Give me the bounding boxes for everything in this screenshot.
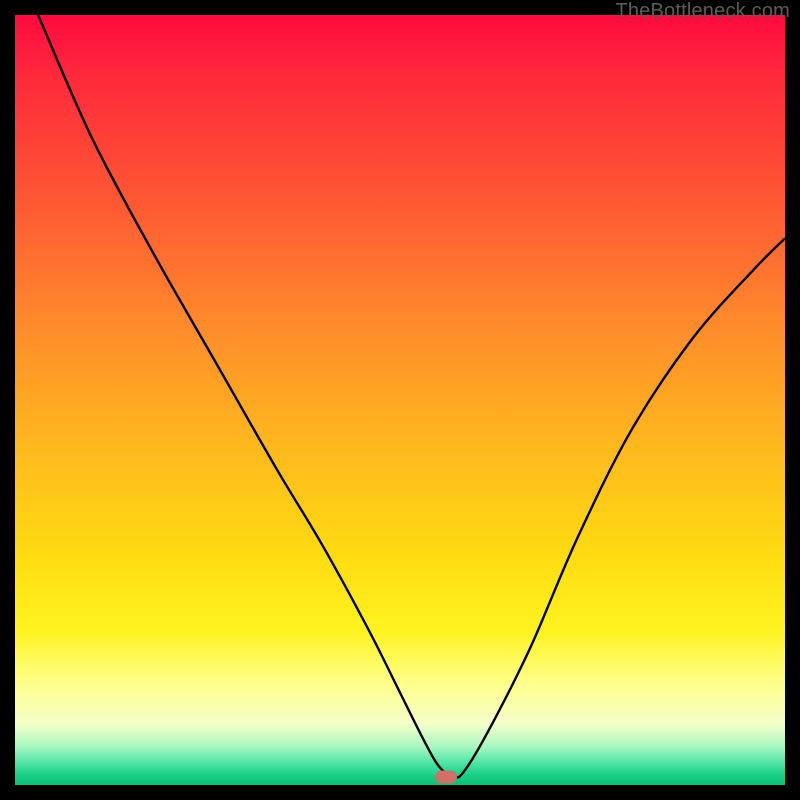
plot-area [15, 15, 785, 785]
chart-frame: TheBottleneck.com [0, 0, 800, 800]
bottleneck-curve [15, 15, 785, 785]
curve-path [38, 15, 785, 778]
minimum-marker [435, 771, 457, 784]
watermark-text: TheBottleneck.com [615, 0, 790, 23]
